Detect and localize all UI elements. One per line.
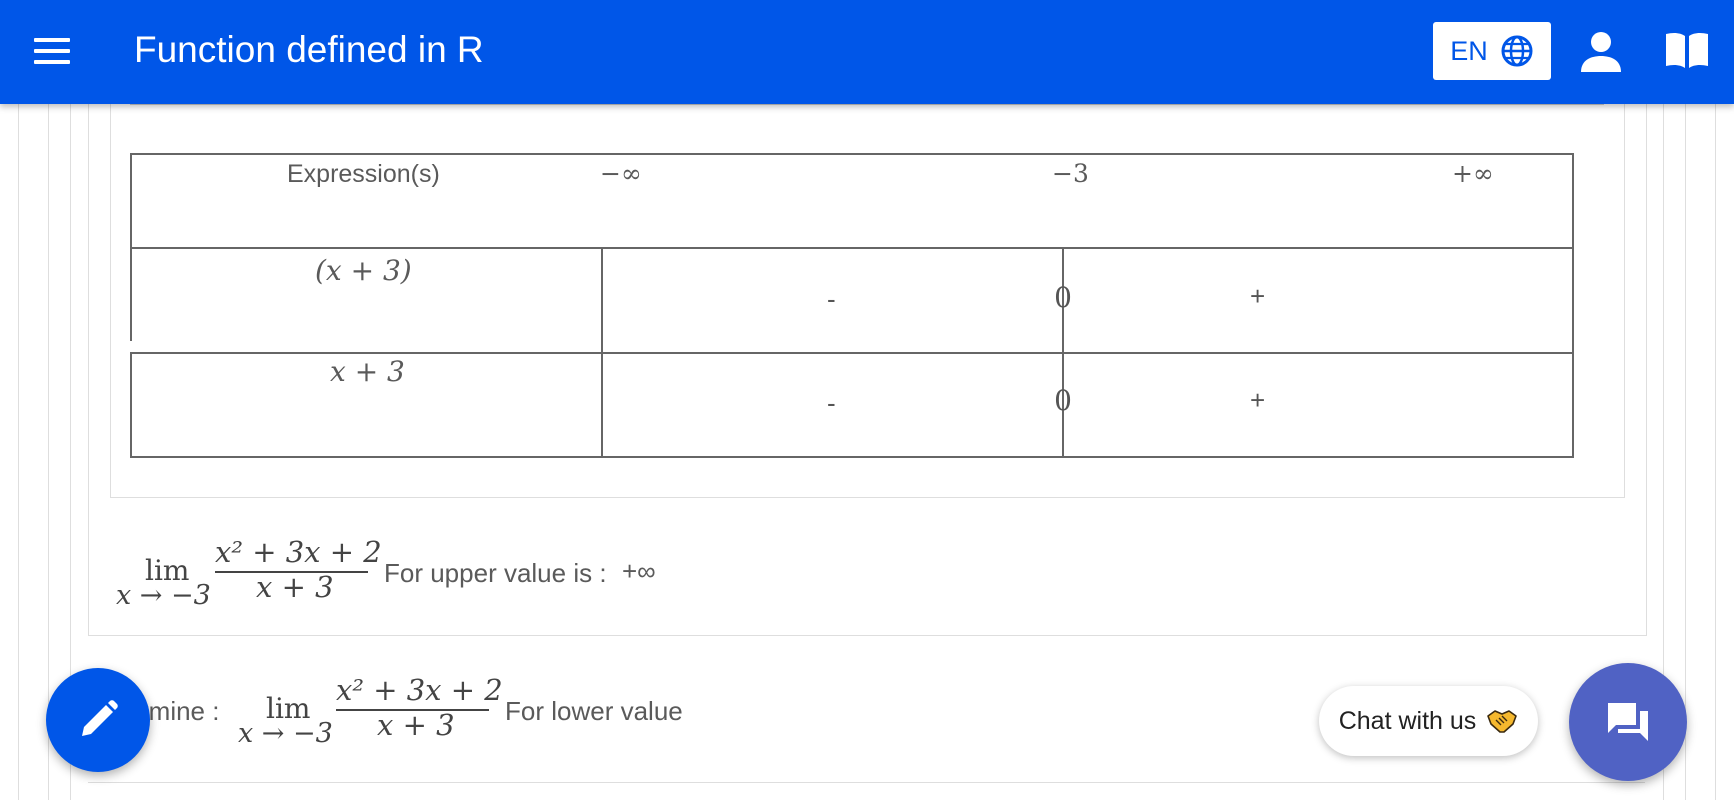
row1-zero: 0: [1054, 281, 1072, 314]
row1-right-sign: +: [1250, 281, 1266, 311]
lim-subscript-lower: x → −3: [238, 718, 333, 749]
determine-prefix: rmine :: [140, 696, 220, 726]
row2-left-sign: -: [827, 388, 836, 418]
point-plus-infinity: +∞: [1452, 159, 1494, 188]
numerator-lower: x² + 3x + 2: [336, 673, 503, 707]
user-icon[interactable]: [1579, 30, 1623, 74]
handshake-icon: [1487, 710, 1518, 733]
upper-value-text: For upper value is :: [384, 558, 607, 588]
row1-expression: (x + 3): [315, 254, 412, 287]
lower-value-text: For lower value: [505, 696, 683, 726]
edit-fab-button[interactable]: [46, 668, 150, 772]
page-title: Function defined in R: [134, 29, 484, 70]
language-button[interactable]: EN: [1433, 22, 1551, 80]
book-open-icon[interactable]: [1664, 30, 1710, 70]
expressions-header: Expression(s): [287, 160, 440, 188]
row2-expression: x + 3: [330, 355, 405, 388]
denominator-upper: x + 3: [256, 570, 334, 604]
chat-with-us-button[interactable]: Chat with us: [1319, 686, 1538, 756]
row2-zero: 0: [1054, 384, 1072, 417]
sign-table: Expression(s) −∞ −3 +∞ (x + 3) - 0 + x +…: [130, 153, 1574, 458]
chat-bubbles-icon: [1608, 703, 1648, 741]
lim-subscript-upper: x → −3: [116, 580, 211, 611]
top-divider: [130, 104, 1604, 105]
globe-icon: [1501, 35, 1533, 67]
upper-value: +∞: [622, 556, 656, 586]
app-bar: Function defined in R EN: [0, 0, 1734, 104]
row1-left-sign: -: [827, 284, 836, 314]
bottom-card-line: [88, 782, 1645, 783]
hamburger-menu-icon[interactable]: [34, 38, 70, 66]
language-label: EN: [1450, 35, 1488, 66]
point-minus-3: −3: [1052, 159, 1089, 188]
row2-right-sign: +: [1250, 385, 1266, 415]
pencil-icon: [82, 700, 118, 736]
numerator-upper: x² + 3x + 2: [215, 535, 382, 569]
chat-fab-button[interactable]: [1569, 663, 1687, 781]
denominator-lower: x + 3: [377, 708, 455, 742]
point-minus-infinity: −∞: [600, 159, 642, 188]
chat-label: Chat with us: [1338, 706, 1477, 735]
